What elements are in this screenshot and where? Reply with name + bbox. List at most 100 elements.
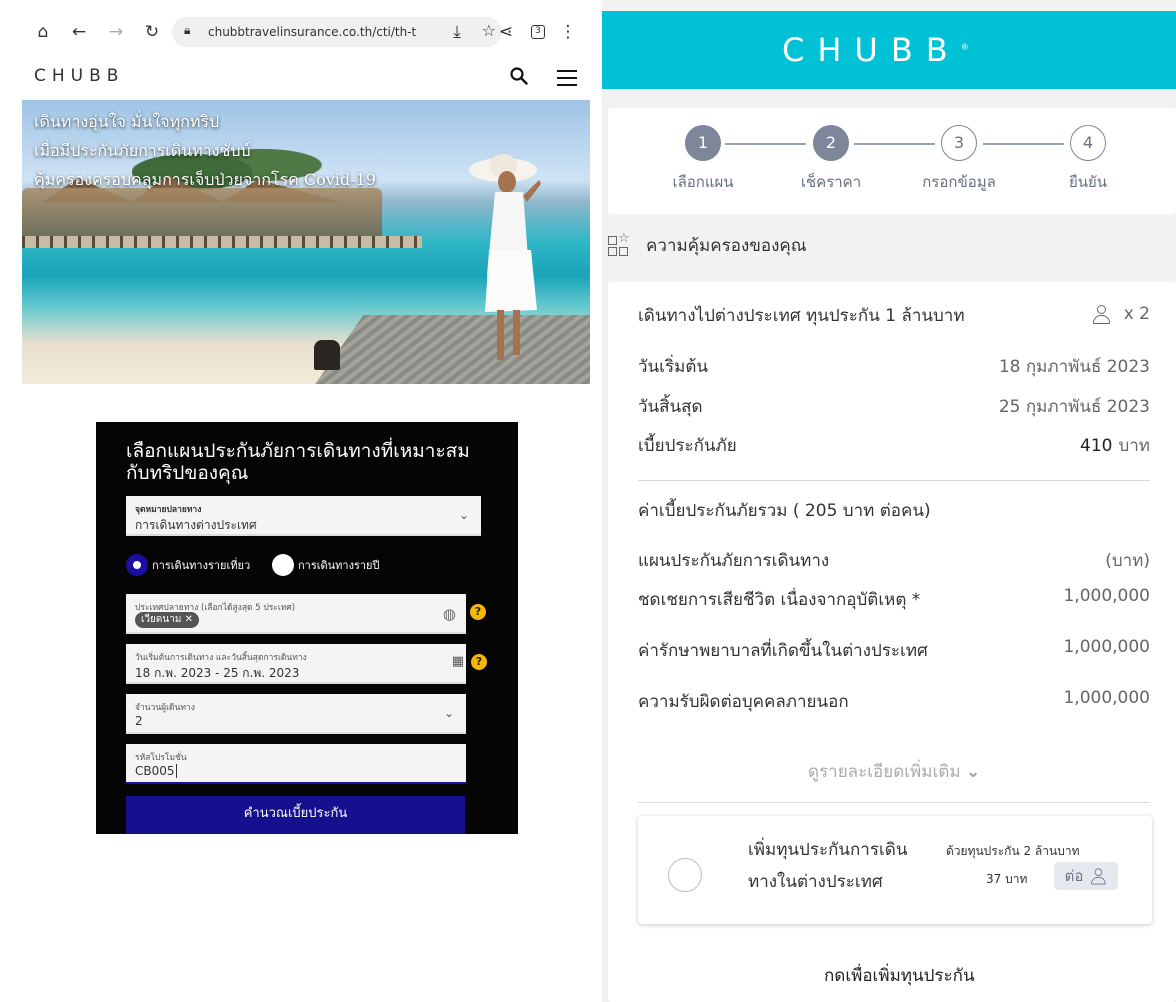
hamburger-menu-icon[interactable]	[557, 70, 577, 86]
forward-arrow-icon[interactable]: →	[103, 10, 129, 54]
lock-icon: 🔒︎	[184, 23, 191, 37]
benefit-row-value: 1,000,000	[1063, 637, 1150, 657]
addon-title-line1: เพิ่มทุนประกันการเดิน	[748, 840, 908, 860]
divider	[638, 802, 1150, 803]
step-4-circle: 4	[1070, 125, 1106, 161]
traveller-count-select[interactable]: จำนวนผู้เดินทาง 2 ⌄	[126, 694, 466, 734]
end-date-value: 25 กุมภาพันธ์ 2023	[998, 397, 1150, 417]
chubb-logo: CHUBB®	[782, 31, 969, 69]
addon-subtitle: ด้วยทุนประกัน 2 ล้านบาท	[946, 844, 1080, 858]
destination-countries-field[interactable]: ประเทศปลายทาง (เลือกได้สูงสุด 5 ประเทศ) …	[126, 594, 466, 634]
per-person-label: ต่อ	[1064, 867, 1084, 885]
step-connector	[725, 143, 806, 145]
hero-lantern	[314, 340, 340, 370]
promo-label: รหัสโปรโมชั่น	[135, 753, 187, 763]
coverage-summary-card: เดินทางไปต่างประเทศ ทุนประกัน 1 ล้านบาท …	[608, 282, 1176, 1002]
country-chip-label: เวียดนาม	[141, 614, 182, 625]
premium-value: 410 บาท	[1080, 432, 1150, 459]
step-connector	[854, 143, 935, 145]
promo-value: CB005	[135, 764, 177, 778]
checkout-panel: CHUBB® 1 2 3 4 เลือกแผน เช็คราคา กรอกข้อ…	[602, 0, 1176, 1002]
benefit-row-value: 1,000,000	[1063, 586, 1150, 606]
tab-switcher-icon[interactable]: 3	[525, 10, 551, 54]
calendar-icon[interactable]: ▦	[452, 654, 464, 669]
more-details-link[interactable]: ดูรายละเอียดเพิ่มเติม ⌄	[808, 758, 980, 785]
addon-title-line2: ทางในต่างประเทศ	[748, 872, 883, 892]
destination-type-select[interactable]: จุดหมายปลายทาง การเดินทางต่างประเทศ ⌄	[126, 496, 481, 536]
travel-dates-field[interactable]: วันเริ่มต้นการเดินทาง และวันสิ้นสุดการเด…	[126, 644, 466, 684]
step-2-circle[interactable]: 2	[813, 125, 849, 161]
divider	[638, 480, 1150, 481]
premium-label: เบี้ยประกันภัย	[638, 436, 737, 456]
addon-radio[interactable]	[668, 858, 702, 892]
calculate-premium-button[interactable]: คำนวณเบี้ยประกัน	[126, 796, 465, 834]
country-chip[interactable]: เวียดนาม ✕	[135, 612, 200, 628]
progress-stepper: 1 2 3 4 เลือกแผน เช็คราคา กรอกข้อมูล ยืน…	[608, 108, 1176, 214]
chevron-down-icon: ⌄	[443, 706, 454, 720]
end-date-label: วันสิ้นสุด	[638, 397, 703, 417]
search-icon[interactable]	[510, 67, 528, 90]
hero-headline-1: เดินทางอุ่นใจ มั่นใจทุกทริป	[34, 112, 220, 131]
hero-headline-2: เมื่อมีประกันภัยการเดินทางชับบ์	[34, 141, 251, 160]
quote-form: เลือกแผนประกันภัยการเดินทางที่เหมาะสมกับ…	[96, 422, 518, 834]
chubb-banner: CHUBB®	[602, 11, 1176, 89]
coverage-grid-icon: ☆	[608, 231, 632, 258]
more-menu-icon[interactable]: ⋮	[555, 10, 581, 54]
destination-type-label: จุดหมายปลายทาง	[135, 505, 202, 515]
back-arrow-icon[interactable]: ←	[66, 10, 92, 54]
home-icon[interactable]: ⌂	[30, 10, 56, 54]
radio-single-trip[interactable]: การเดินทางรายเที่ยว	[126, 554, 250, 576]
radio-annual-trip[interactable]: การเดินทางรายปี	[272, 554, 379, 576]
step-1-circle[interactable]: 1	[685, 125, 721, 161]
travellers-label: จำนวนผู้เดินทาง	[135, 703, 195, 713]
more-details-label: ดูรายละเอียดเพิ่มเติม	[808, 762, 961, 782]
globe-icon: ◍	[442, 605, 456, 623]
step-3-circle: 3	[941, 125, 977, 161]
reload-icon[interactable]: ↻	[139, 10, 165, 54]
site-header: CHUBB	[22, 56, 590, 100]
hero-woman-figure	[469, 154, 541, 360]
step-1-label: เลือกแผน	[672, 173, 734, 191]
browser-toolbar: ⌂ ← → ↻ 🔒︎ chubbtravelinsurance.co.th/ct…	[22, 10, 590, 54]
benefit-row-label: ชดเชยการเสียชีวิต เนื่องจากอุบัติเหตุ *	[638, 590, 921, 610]
benefit-row-label: ค่ารักษาพยาบาลที่เกิดขึ้นในต่างประเทศ	[638, 641, 928, 661]
hero-banner: เดินทางอุ่นใจ มั่นใจทุกทริป เมื่อมีประกั…	[22, 100, 590, 384]
destination-type-value: การเดินทางต่างประเทศ	[135, 518, 257, 532]
step-4-label: ยืนยัน	[1068, 173, 1108, 191]
step-2-label: เช็คราคา	[800, 173, 862, 191]
help-icon[interactable]: ?	[470, 604, 486, 620]
plan-title: เดินทางไปต่างประเทศ ทุนประกัน 1 ล้านบาท	[638, 306, 965, 326]
person-icon	[1091, 868, 1107, 885]
dates-label: วันเริ่มต้นการเดินทาง และวันสิ้นสุดการเด…	[135, 653, 307, 663]
help-icon[interactable]: ?	[471, 654, 487, 670]
traveller-count: x 2	[1092, 304, 1150, 324]
radio-single-trip-label: การเดินทางรายเที่ยว	[152, 559, 251, 572]
chevron-down-icon: ⌄	[965, 762, 981, 782]
total-premium-text: ค่าเบี้ยประกันภัยรวม ( 205 บาท ต่อคน)	[638, 501, 931, 521]
radio-unselected-icon	[272, 554, 294, 576]
addon-coverage-card[interactable]: เพิ่มทุนประกันการเดิน ทางในต่างประเทศ ด้…	[638, 816, 1152, 924]
premium-unit: บาท	[1118, 436, 1150, 456]
step-3-label: กรอกข้อมูล	[922, 173, 996, 191]
promo-code-input[interactable]: รหัสโปรโมชั่น CB005	[126, 744, 466, 784]
mobile-browser-panel: ⌂ ← → ↻ 🔒︎ chubbtravelinsurance.co.th/ct…	[0, 0, 602, 1002]
radio-annual-trip-label: การเดินทางรายปี	[298, 559, 380, 572]
person-icon	[1092, 305, 1110, 324]
start-date-label: วันเริ่มต้น	[638, 357, 708, 377]
url-text: chubbtravelinsurance.co.th/cti/th-t	[208, 25, 417, 39]
coverage-section-heading: ☆ ความคุ้มครองของคุณ	[608, 231, 807, 259]
travellers-value: 2	[135, 714, 143, 728]
chubb-logo[interactable]: CHUBB	[34, 66, 124, 86]
addon-price: 37 บาท	[986, 872, 1028, 886]
premium-amount: 410	[1080, 436, 1113, 456]
close-icon[interactable]: ✕	[185, 614, 193, 625]
download-icon[interactable]: ⤓	[444, 10, 470, 54]
benefit-row-value: 1,000,000	[1063, 688, 1150, 708]
per-person-badge: ต่อ	[1054, 862, 1118, 890]
add-coverage-link[interactable]: กดเพื่อเพิ่มทุนประกัน	[824, 962, 975, 989]
start-date-value: 18 กุมภาพันธ์ 2023	[998, 357, 1150, 377]
hero-headline-3: คุ้มครองครอบคลุมการเจ็บป่วยจากโรค Covid-…	[34, 170, 376, 189]
share-icon[interactable]: ⋖	[493, 10, 519, 54]
coverage-title: ความคุ้มครองของคุณ	[646, 236, 807, 256]
traveller-multiplier: x 2	[1123, 304, 1150, 324]
